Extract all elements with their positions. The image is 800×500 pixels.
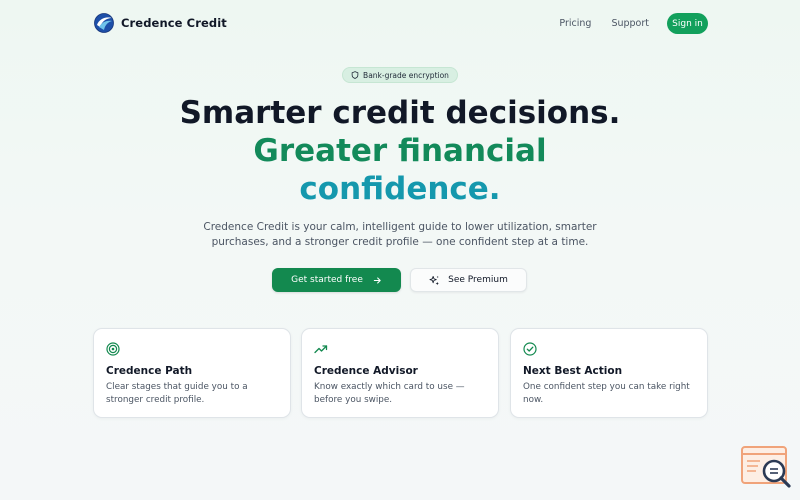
nav-pricing-link[interactable]: Pricing	[559, 18, 591, 29]
feature-card-credence-path[interactable]: Credence Path Clear stages that guide yo…	[93, 328, 291, 418]
inspector-search-widget-icon[interactable]	[740, 445, 792, 489]
hero-title-line-2: Greater financial	[253, 133, 547, 169]
target-icon	[106, 342, 120, 356]
feature-title: Next Best Action	[523, 365, 623, 377]
site-header: Credence Credit Pricing Support Sign in	[0, 0, 800, 46]
sign-in-button[interactable]: Sign in	[667, 13, 708, 34]
brand-name: Credence Credit	[121, 16, 227, 30]
hero-subtitle-line-2: purchases, and a stronger credit profile…	[211, 236, 589, 248]
see-premium-button[interactable]: See Premium	[410, 268, 527, 292]
get-started-button[interactable]: Get started free	[272, 268, 401, 292]
feature-description: One confident step you can take right no…	[523, 382, 690, 405]
credence-logo-icon	[94, 13, 114, 33]
feature-description: Know exactly which card to use — before …	[314, 382, 465, 405]
feature-card-credence-advisor[interactable]: Credence Advisor Know exactly which card…	[301, 328, 499, 418]
feature-description: Clear stages that guide you to a stronge…	[106, 382, 248, 405]
shield-icon	[351, 71, 359, 79]
get-started-label: Get started free	[291, 275, 363, 285]
hero-title-line-3: confidence.	[299, 171, 501, 207]
sparkles-icon	[429, 275, 440, 285]
security-badge: Bank-grade encryption	[342, 67, 458, 83]
hero-subtitle-line-1: Credence Credit is your calm, intelligen…	[203, 221, 597, 233]
trending-up-icon	[314, 345, 328, 354]
see-premium-label: See Premium	[448, 275, 508, 285]
arrow-right-icon	[373, 276, 381, 284]
feature-title: Credence Path	[106, 365, 193, 377]
feature-title: Credence Advisor	[314, 365, 418, 377]
check-circle-icon	[523, 342, 537, 356]
nav-support-link[interactable]: Support	[611, 18, 649, 29]
feature-card-next-best-action[interactable]: Next Best Action One confident step you …	[510, 328, 708, 418]
brand[interactable]: Credence Credit	[94, 13, 227, 33]
badge-label: Bank-grade encryption	[363, 70, 449, 80]
hero-title-line-1: Smarter credit decisions.	[179, 95, 621, 131]
top-nav: Pricing Support Sign in	[559, 13, 708, 34]
